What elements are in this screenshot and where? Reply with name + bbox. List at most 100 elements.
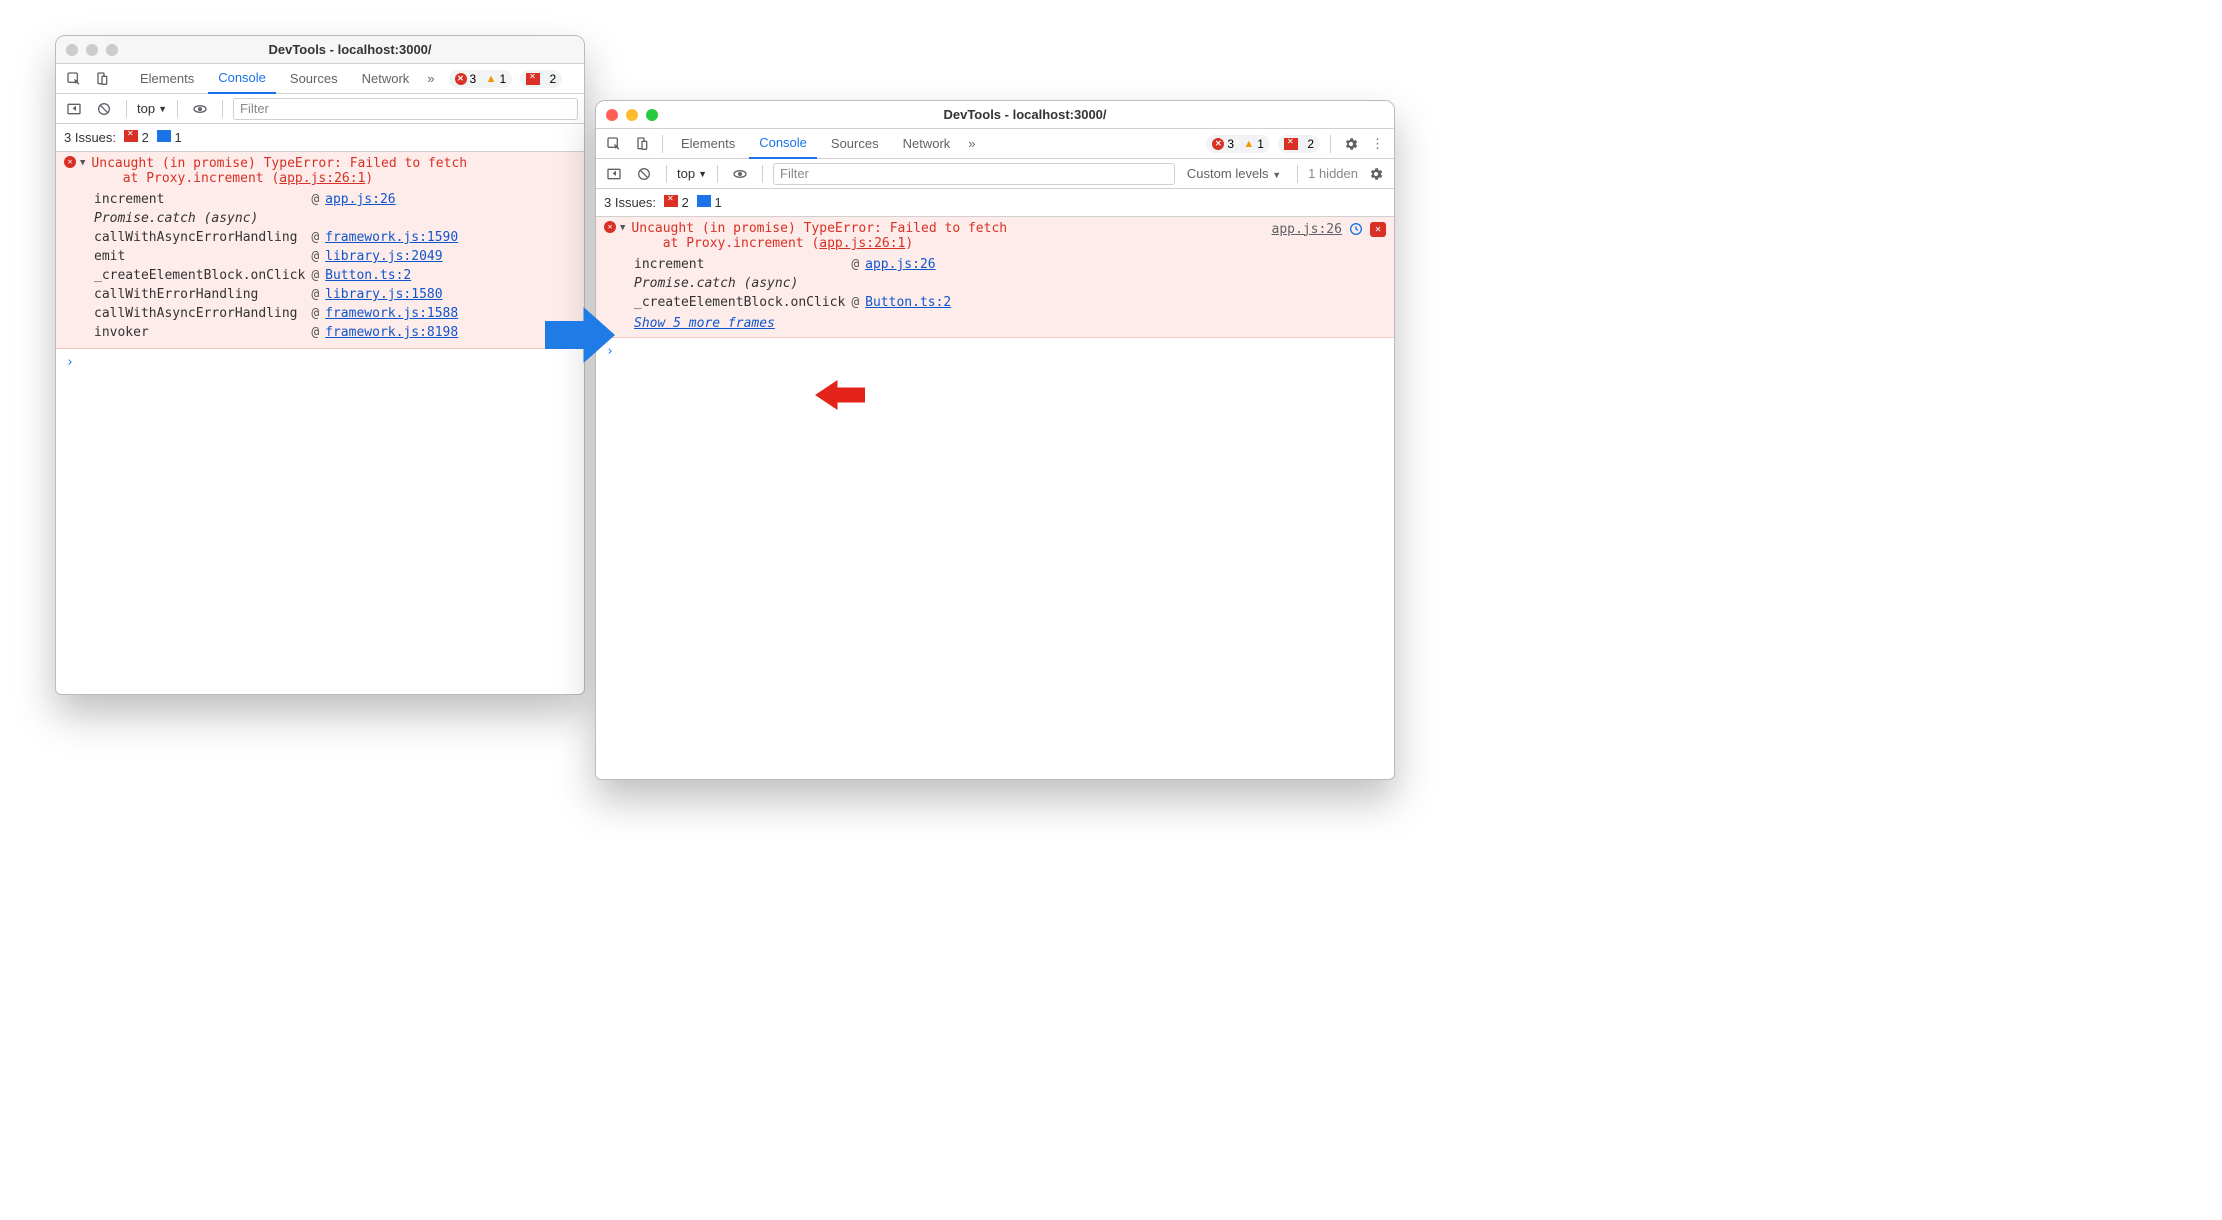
warning-icon [1243,138,1254,150]
stack-trace: increment@app.js:26 Promise.catch (async… [634,255,957,312]
tab-console[interactable]: Console [749,129,817,159]
clear-icon[interactable] [632,165,656,182]
devtools-window-left: DevTools - localhost:3000/ Elements Cons… [55,35,585,695]
kebab-icon[interactable]: ⋮ [1367,136,1388,152]
stack-trace: increment@app.js:26 Promise.catch (async… [94,190,464,342]
flag-icon [664,195,678,207]
warnings-count: 1 [499,72,506,86]
filter-input[interactable]: Filter [233,98,578,120]
console-output: Uncaught (in promise) TypeError: Failed … [56,152,584,694]
levels-selector[interactable]: Custom levels ▼ [1181,166,1287,181]
separator [177,100,178,118]
live-expression-icon[interactable] [188,100,212,117]
window-title: DevTools - localhost:3000/ [126,42,574,57]
close-dot[interactable] [66,44,78,56]
issues-row[interactable]: 3 Issues: 2 1 [56,124,584,152]
clear-icon[interactable] [92,100,116,117]
error-flag-chip[interactable]: ✕ [1370,222,1386,237]
errors-count: 3 [470,72,477,86]
flags-count: 2 [549,72,556,86]
tab-console[interactable]: Console [208,64,276,94]
error-message: Uncaught (in promise) TypeError: Failed … [631,221,1007,251]
disclosure-triangle[interactable] [620,223,625,233]
console-prompt[interactable]: › [596,338,1394,365]
source-link[interactable]: framework.js:1588 [325,306,458,321]
blue-arrow-annotation [545,300,615,370]
stack-frame: callWithAsyncErrorHandling@framework.js:… [94,304,464,323]
source-link[interactable]: app.js:26 [865,257,935,272]
tab-sources[interactable]: Sources [280,64,348,94]
tab-elements[interactable]: Elements [130,64,204,94]
device-icon[interactable] [90,70,114,87]
filter-input[interactable]: Filter [773,163,1175,185]
chevron-down-icon: ▼ [158,104,167,114]
message-icon [157,130,171,142]
flag-icon [124,130,138,142]
stack-frame: _createElementBlock.onClick@Button.ts:2 [634,293,957,312]
separator [126,100,127,118]
flags-count: 2 [1307,137,1314,151]
source-link[interactable]: Button.ts:2 [325,268,411,283]
zoom-dot[interactable] [106,44,118,56]
minimize-dot[interactable] [86,44,98,56]
tab-elements[interactable]: Elements [671,129,745,159]
restart-icon[interactable] [1348,221,1364,237]
inspect-icon[interactable] [62,70,86,87]
error-block: Uncaught (in promise) TypeError: Failed … [596,217,1394,338]
minimize-dot[interactable] [626,109,638,121]
tab-sources[interactable]: Sources [821,129,889,159]
errors-badge[interactable]: 3 1 [1206,135,1270,153]
issues-row[interactable]: 3 Issues: 2 1 [596,189,1394,217]
stack-frame: _createElementBlock.onClick@Button.ts:2 [94,266,464,285]
zoom-dot[interactable] [646,109,658,121]
device-icon[interactable] [630,135,654,152]
more-tabs-icon[interactable]: » [423,71,438,86]
hidden-count[interactable]: 1 hidden [1308,166,1358,181]
sidebar-toggle-icon[interactable] [602,165,626,182]
gear-icon[interactable] [580,70,585,87]
show-more-frames-link[interactable]: Show 5 more frames [634,316,775,331]
devtools-window-right: DevTools - localhost:3000/ Elements Cons… [595,100,1395,780]
separator [1297,165,1298,183]
separator [666,165,667,183]
close-dot[interactable] [606,109,618,121]
context-selector[interactable]: top ▼ [677,166,707,181]
separator [1330,135,1331,153]
console-prompt[interactable]: › [56,349,584,376]
tab-network[interactable]: Network [893,129,961,159]
error-source-link[interactable]: app.js:26:1 [279,171,365,186]
console-toolbar: top ▼ Filter [56,94,584,124]
message-icon [697,195,711,207]
errors-badge[interactable]: 3 1 [449,70,513,88]
gear-icon[interactable] [1364,165,1388,182]
source-link[interactable]: app.js:26 [325,192,395,207]
error-source-link[interactable]: app.js:26:1 [819,236,905,251]
sidebar-toggle-icon[interactable] [62,100,86,117]
red-arrow-annotation [815,375,865,415]
source-link[interactable]: library.js:2049 [325,249,442,264]
live-expression-icon[interactable] [728,165,752,182]
flags-badge[interactable]: 2 [520,70,562,88]
inspect-icon[interactable] [602,135,626,152]
stack-frame: increment@app.js:26 [94,190,464,209]
stack-frame: invoker@framework.js:8198 [94,323,464,342]
stack-frame: callWithErrorHandling@library.js:1580 [94,285,464,304]
tab-network[interactable]: Network [352,64,420,94]
errors-count: 3 [1227,137,1234,151]
context-selector[interactable]: top ▼ [137,101,167,116]
separator [662,135,663,153]
disclosure-triangle[interactable] [80,158,85,168]
more-tabs-icon[interactable]: » [964,136,979,151]
error-source-link-right[interactable]: app.js:26 [1272,222,1342,237]
separator [762,165,763,183]
source-link[interactable]: Button.ts:2 [865,295,951,310]
source-link[interactable]: library.js:1580 [325,287,442,302]
warnings-count: 1 [1257,137,1264,151]
flags-badge[interactable]: 2 [1278,135,1320,153]
tabs-row: Elements Console Sources Network » 3 1 2… [596,129,1394,159]
gear-icon[interactable] [1339,135,1363,152]
source-link[interactable]: framework.js:8198 [325,325,458,340]
source-link[interactable]: framework.js:1590 [325,230,458,245]
error-icon [64,156,76,168]
issues-flags-count: 2 [142,130,149,145]
